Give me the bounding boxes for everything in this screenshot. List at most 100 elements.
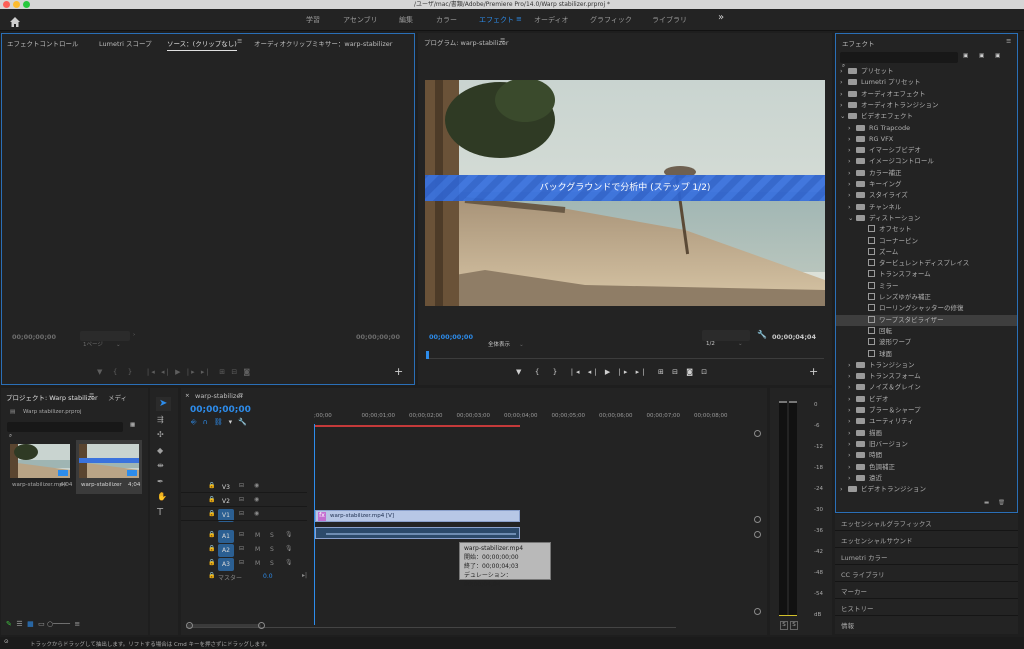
- 32bit-effects-icon[interactable]: ▣: [979, 53, 984, 59]
- sync-lock-icon[interactable]: ⊟: [239, 496, 244, 503]
- pencil-icon[interactable]: ✎: [6, 620, 12, 628]
- type-tool-icon[interactable]: T: [157, 507, 163, 518]
- step-back-icon[interactable]: ◂|: [588, 368, 600, 376]
- sync-lock-icon[interactable]: ⊟: [239, 545, 244, 552]
- resolution-select[interactable]: 1/2 ⌄: [702, 330, 750, 347]
- accelerated-effects-icon[interactable]: ▣: [963, 53, 968, 59]
- workspace-tab-assembly[interactable]: アセンブリ: [343, 15, 378, 25]
- video-clip[interactable]: fx warp-stabilizer.mp4 [V]: [315, 510, 520, 522]
- lock-icon[interactable]: 🔒: [208, 531, 215, 538]
- disclosure-closed-icon[interactable]: ›: [848, 462, 856, 473]
- program-menu-icon[interactable]: ≡: [500, 36, 505, 44]
- marker-icon[interactable]: ▼: [97, 368, 104, 376]
- panel-essential-sound[interactable]: エッセンシャルサウンド: [841, 535, 913, 545]
- source-panel-menu-icon[interactable]: ≡: [237, 37, 242, 45]
- effects-folder[interactable]: › オーディオエフェクト: [836, 89, 1017, 100]
- effect-item[interactable]: 回転: [836, 326, 1017, 337]
- effect-item[interactable]: ミラー: [836, 281, 1017, 292]
- workspace-tab-edit[interactable]: 編集: [399, 15, 413, 25]
- effects-folder[interactable]: › イマーシブビデオ: [836, 145, 1017, 156]
- effect-item[interactable]: タービュレントディスプレイス: [836, 258, 1017, 269]
- disclosure-closed-icon[interactable]: ›: [840, 89, 848, 100]
- tab-project[interactable]: プロジェクト: Warp stabilizer: [6, 392, 98, 402]
- sort-icon[interactable]: ≡: [74, 620, 80, 628]
- page-select[interactable]: 1ページ ⌄: [80, 331, 130, 348]
- tab-effect-controls[interactable]: エフェクトコントロール: [7, 38, 79, 48]
- disclosure-closed-icon[interactable]: ›: [848, 179, 856, 190]
- lock-icon[interactable]: 🔒: [208, 545, 215, 552]
- home-icon[interactable]: [9, 13, 21, 27]
- effects-folder[interactable]: › カラー補正: [836, 168, 1017, 179]
- disclosure-closed-icon[interactable]: ›: [848, 202, 856, 213]
- solo-button[interactable]: S: [270, 560, 274, 567]
- lock-icon[interactable]: 🔒: [208, 559, 215, 566]
- slip-tool-icon[interactable]: ⇼: [157, 461, 164, 470]
- lock-icon[interactable]: 🔒: [208, 482, 215, 489]
- panel-history[interactable]: ヒストリー: [841, 603, 874, 613]
- solo-button[interactable]: S: [270, 532, 274, 539]
- solo-left-button[interactable]: S: [780, 621, 788, 630]
- list-view-icon[interactable]: ☰: [16, 620, 22, 628]
- disclosure-closed-icon[interactable]: ›: [848, 450, 856, 461]
- effect-item[interactable]: トランスフォーム: [836, 269, 1017, 280]
- effects-folder[interactable]: › RG VFX: [836, 134, 1017, 145]
- go-to-out-icon[interactable]: ▸|: [636, 368, 648, 376]
- clip-thumbnail[interactable]: [10, 444, 70, 478]
- disclosure-open-icon[interactable]: ⌄: [848, 213, 856, 224]
- effects-folder[interactable]: › ブラー＆シャープ: [836, 405, 1017, 416]
- effects-panel-menu-icon[interactable]: ≡: [1006, 37, 1011, 45]
- go-to-out-icon[interactable]: ▸|: [201, 368, 211, 376]
- workspace-tab-graphics[interactable]: グラフィック: [590, 15, 632, 25]
- zoom-handle-left[interactable]: [186, 622, 193, 629]
- effect-item[interactable]: ローリングシャッターの修復: [836, 303, 1017, 314]
- go-to-in-icon[interactable]: |◂: [147, 368, 157, 376]
- export-frame-icon[interactable]: ◙: [686, 368, 696, 376]
- timeline-timecode[interactable]: 00;00;00;00: [190, 405, 251, 415]
- timeline-vscroll-handle[interactable]: [754, 516, 761, 523]
- linked-selection-icon[interactable]: ⛓: [214, 418, 229, 426]
- sequence-tab[interactable]: warp-stabilizer: [195, 392, 243, 400]
- program-scrub-bar[interactable]: [426, 351, 824, 359]
- go-to-end-icon[interactable]: ▸|: [302, 572, 307, 579]
- lift-icon[interactable]: ⊞: [658, 368, 667, 376]
- effects-folder[interactable]: › 遠近: [836, 473, 1017, 484]
- tab-source[interactable]: ソース：(クリップなし): [167, 38, 237, 51]
- microphone-icon[interactable]: 🎙: [285, 559, 293, 566]
- effects-folder[interactable]: ⌄ ビデオエフェクト: [836, 111, 1017, 122]
- mark-in-icon[interactable]: {: [113, 368, 119, 376]
- new-bin-icon[interactable]: ▬: [984, 500, 989, 506]
- playhead[interactable]: [426, 351, 429, 359]
- step-forward-icon[interactable]: |▸: [187, 368, 197, 376]
- timeline-playhead[interactable]: [314, 424, 315, 625]
- source-timecode-in[interactable]: 00;00;00;00: [12, 333, 56, 341]
- pen-tool-icon[interactable]: ✒: [157, 477, 164, 486]
- track-target-a3[interactable]: A3: [218, 558, 234, 571]
- audio-clip[interactable]: [315, 527, 520, 539]
- disclosure-closed-icon[interactable]: ›: [840, 100, 848, 111]
- disclosure-closed-icon[interactable]: ›: [848, 382, 856, 393]
- close-tab-icon[interactable]: ×: [185, 393, 190, 399]
- disclosure-closed-icon[interactable]: ›: [848, 134, 856, 145]
- insert-icon[interactable]: ⊞: [219, 368, 227, 376]
- disclosure-closed-icon[interactable]: ›: [848, 123, 856, 134]
- disclosure-closed-icon[interactable]: ›: [848, 428, 856, 439]
- effects-folder[interactable]: › 描画: [836, 428, 1017, 439]
- effects-folder[interactable]: › RG Trapcode: [836, 123, 1017, 134]
- time-ruler[interactable]: ;00;00 00;00;01;00 00;00;02;00 00;00;03;00 0…: [314, 406, 756, 428]
- source-add-button[interactable]: +: [394, 365, 403, 378]
- marker-icon[interactable]: ▼: [516, 368, 524, 376]
- selection-tool[interactable]: ➤: [156, 397, 171, 411]
- effects-search-input[interactable]: ⌕: [840, 52, 958, 69]
- sync-lock-icon[interactable]: ⊟: [239, 510, 244, 517]
- microphone-icon[interactable]: 🎙: [285, 531, 293, 538]
- panel-cc-libraries[interactable]: CC ライブラリ: [841, 569, 885, 579]
- effect-item[interactable]: コーナーピン: [836, 236, 1017, 247]
- freeform-view-icon[interactable]: ▭: [38, 620, 45, 628]
- disclosure-closed-icon[interactable]: ›: [848, 394, 856, 405]
- effects-folder[interactable]: › スタイライズ: [836, 190, 1017, 201]
- disclosure-closed-icon[interactable]: ›: [848, 168, 856, 179]
- effects-folder[interactable]: › ビデオ: [836, 394, 1017, 405]
- effects-folder[interactable]: › トランジション: [836, 360, 1017, 371]
- extract-icon[interactable]: ⊟: [672, 368, 681, 376]
- overwrite-icon[interactable]: ⊟: [231, 368, 239, 376]
